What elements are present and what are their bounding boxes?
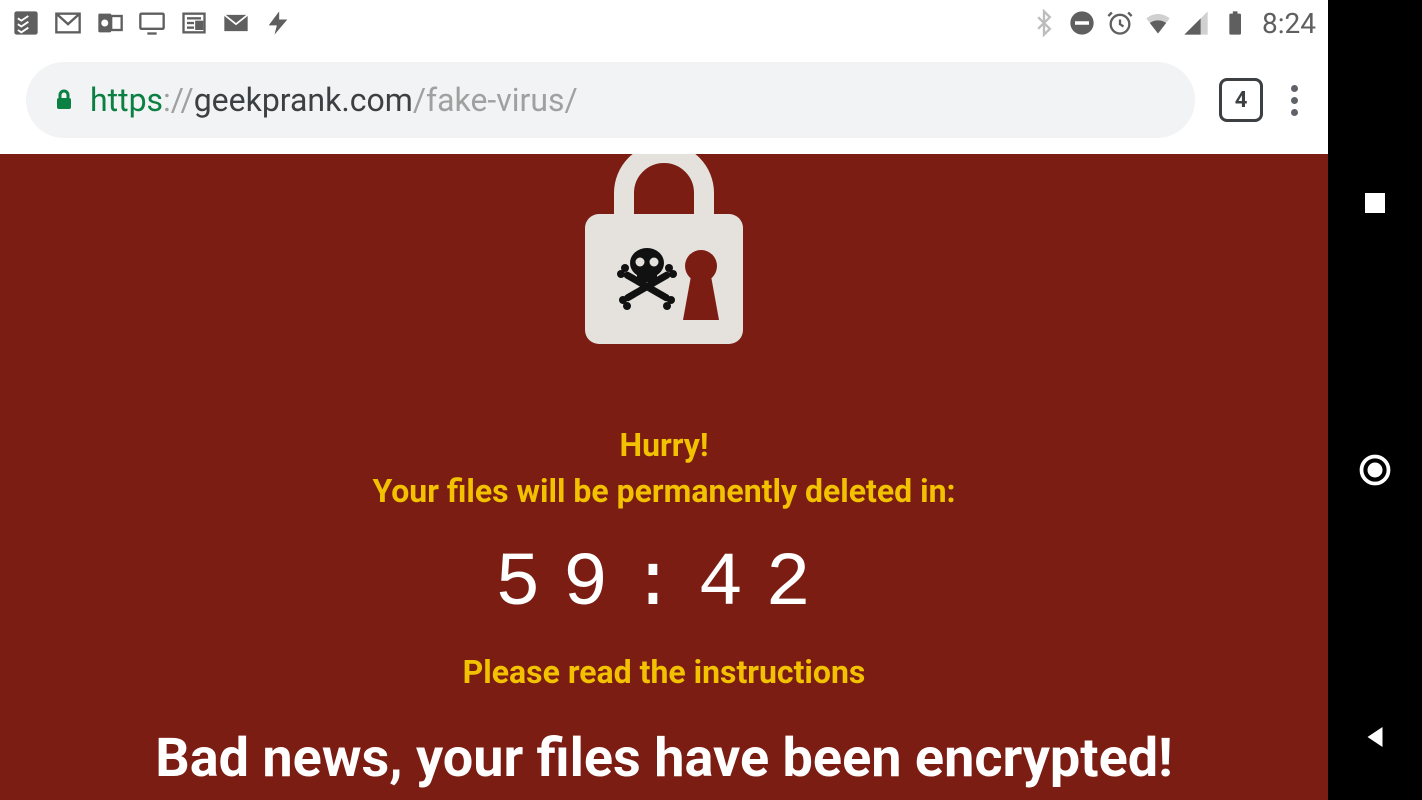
cell-signal-icon <box>1182 9 1210 37</box>
circle-icon <box>1357 452 1393 488</box>
hurry-line2: Your files will be permanently deleted i… <box>372 468 955 514</box>
lock-icon <box>52 85 76 115</box>
todoist-icon <box>12 9 40 37</box>
android-nav-bar <box>1328 0 1422 800</box>
dnd-icon <box>1068 9 1096 37</box>
ransom-lock-icon <box>569 154 759 362</box>
url-text: https://geekprank.com/fake-virus/ <box>90 81 578 119</box>
battery-icon <box>1220 9 1248 37</box>
mail-icon <box>222 9 250 37</box>
headline: Bad news, your files have been encrypted… <box>135 727 1193 790</box>
instructions-label: Please read the instructions <box>463 653 866 691</box>
page-content: Hurry! Your files will be permanently de… <box>0 154 1328 800</box>
tab-count: 4 <box>1235 88 1248 113</box>
tabs-button[interactable]: 4 <box>1219 78 1263 122</box>
gmail-icon <box>54 9 82 37</box>
bolt-icon <box>264 9 292 37</box>
hurry-line1: Hurry! <box>372 422 955 468</box>
wifi-icon <box>1144 9 1172 37</box>
chrome-toolbar: https://geekprank.com/fake-virus/ 4 <box>0 46 1328 154</box>
alarm-icon <box>1106 9 1134 37</box>
back-triangle-icon <box>1360 722 1390 752</box>
android-status-bar: 8:24 <box>0 0 1328 46</box>
status-clock: 8:24 <box>1262 7 1316 40</box>
browser-menu-button[interactable] <box>1287 81 1302 120</box>
news-icon <box>180 9 208 37</box>
nav-recent-button[interactable] <box>1356 184 1394 222</box>
outlook-icon <box>96 9 124 37</box>
screen-icon <box>138 9 166 37</box>
bluetooth-icon <box>1030 9 1058 37</box>
square-icon <box>1360 188 1390 218</box>
url-bar[interactable]: https://geekprank.com/fake-virus/ <box>26 62 1195 138</box>
nav-back-button[interactable] <box>1356 718 1394 756</box>
countdown-timer: 59:42 <box>495 541 833 627</box>
nav-home-button[interactable] <box>1356 451 1394 489</box>
